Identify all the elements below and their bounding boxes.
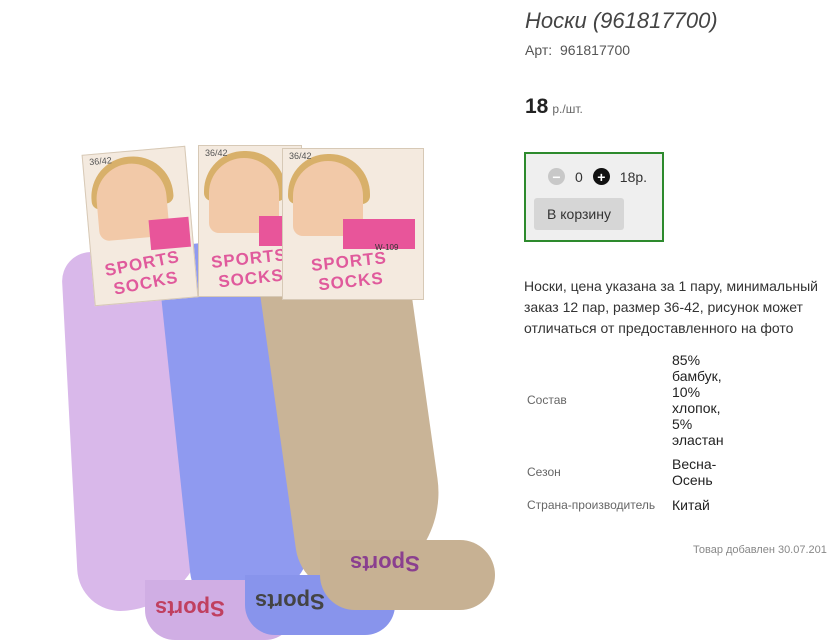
- quantity-stepper: − 0 + 18р.: [548, 168, 647, 185]
- spec-key: Страна-производитель: [527, 498, 656, 512]
- sku-value: 961817700: [560, 42, 631, 58]
- toe-print: Sports: [350, 551, 420, 576]
- add-to-cart-button[interactable]: В корзину: [534, 198, 624, 230]
- product-price: 18 р./шт.: [525, 95, 583, 119]
- toe-print: Sports: [155, 596, 225, 621]
- sock-label-card: 36/42 SPORTS SOCKS: [81, 145, 199, 307]
- add-to-cart-box: − 0 + 18р. В корзину: [524, 152, 664, 242]
- spec-key: Состав: [527, 393, 567, 407]
- product-title: Носки (961817700): [525, 8, 718, 33]
- specs-table: Состав 85% бамбук, 10% хлопок, 5% эласта…: [524, 352, 730, 514]
- specs-row: Страна-производитель Китай: [524, 496, 730, 514]
- product-photo[interactable]: Sports Sports Sports 36/42 SPORTS SOCKS …: [60, 130, 500, 640]
- specs-row: Состав 85% бамбук, 10% хлопок, 5% эласта…: [524, 352, 730, 448]
- minus-circle-icon[interactable]: −: [548, 168, 565, 185]
- quantity-sum: 18р.: [619, 168, 648, 185]
- spec-key: Сезон: [527, 465, 561, 479]
- added-date-note: Товар добавлен 30.07.201: [693, 544, 827, 556]
- product-description: Носки, цена указана за 1 пару, минимальн…: [524, 278, 818, 336]
- plus-circle-icon[interactable]: +: [592, 168, 610, 185]
- price-unit: р./шт.: [552, 102, 583, 116]
- spec-value: 85% бамбук, 10% хлопок, 5% эластан: [672, 352, 724, 448]
- specs-row: Сезон Весна-Осень: [524, 448, 730, 496]
- spec-value: Китай: [672, 497, 710, 513]
- toe-print: Sports: [255, 589, 325, 614]
- sku-label: Арт:: [525, 42, 553, 58]
- product-sku: Арт: 961817700: [525, 42, 630, 58]
- spec-value: Весна-Осень: [672, 456, 717, 488]
- sock-label-card: 36/42 W-109 SPORTS SOCKS: [282, 148, 424, 300]
- quantity-value[interactable]: 0: [575, 169, 583, 185]
- price-amount: 18: [525, 95, 549, 118]
